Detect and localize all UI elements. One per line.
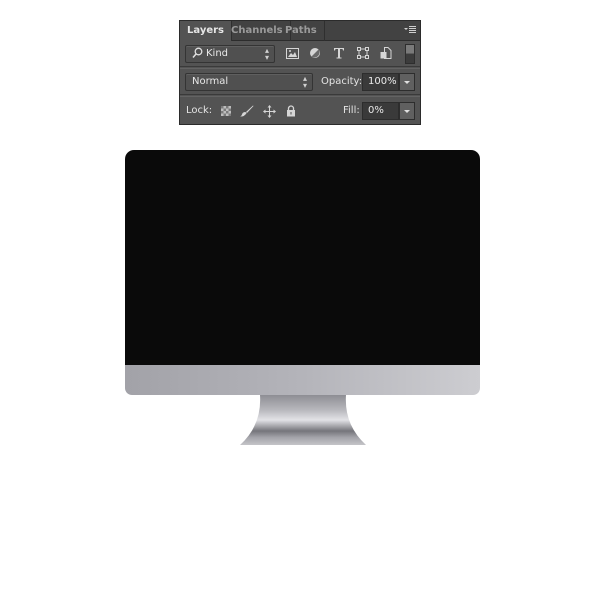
fill-input[interactable]: 0% [362, 102, 399, 120]
fill-label: Fill: [343, 105, 360, 116]
pixel-layer-filter-icon[interactable] [284, 45, 300, 61]
layers-panel: Layers Channels Paths Kind ▴ ▾ Normal ▴ … [179, 20, 421, 125]
search-icon [192, 47, 203, 65]
lock-image-pixels-icon[interactable] [239, 103, 255, 119]
blend-row: Normal ▴ ▾ Opacity: 100% [180, 68, 420, 95]
opacity-label: Opacity: [321, 76, 363, 87]
lock-all-icon[interactable] [283, 103, 299, 119]
filter-kind-label: Kind [206, 48, 229, 59]
opacity-input[interactable]: 100% [362, 73, 399, 91]
select-arrows-icon: ▴ ▾ [302, 74, 307, 90]
lock-label: Lock: [186, 105, 213, 116]
tab-paths[interactable]: Paths [278, 21, 325, 41]
smart-object-filter-icon[interactable] [378, 45, 394, 61]
filter-kind-select[interactable]: Kind ▴ ▾ [185, 45, 275, 63]
monitor-chin [125, 365, 480, 395]
lock-transparent-pixels-icon[interactable] [218, 103, 234, 119]
lock-position-icon[interactable] [261, 103, 277, 119]
filter-row: Kind ▴ ▾ [180, 41, 420, 67]
panel-tabs: Layers Channels Paths [180, 21, 420, 41]
shape-layer-filter-icon[interactable] [355, 45, 371, 61]
blend-mode-select[interactable]: Normal ▴ ▾ [185, 73, 313, 91]
adjustment-layer-filter-icon[interactable] [307, 45, 323, 61]
fill-dropdown-button[interactable] [399, 102, 415, 120]
lock-row: Lock: Fill: 0% [180, 96, 420, 124]
filter-toggle[interactable] [405, 44, 415, 64]
blend-mode-value: Normal [192, 76, 229, 87]
opacity-dropdown-button[interactable] [399, 73, 415, 91]
monitor-stand [240, 395, 366, 445]
type-layer-filter-icon[interactable] [331, 45, 347, 61]
select-arrows-icon: ▴ ▾ [264, 46, 269, 62]
monitor-screen [125, 150, 480, 366]
panel-menu-icon[interactable] [404, 25, 416, 35]
